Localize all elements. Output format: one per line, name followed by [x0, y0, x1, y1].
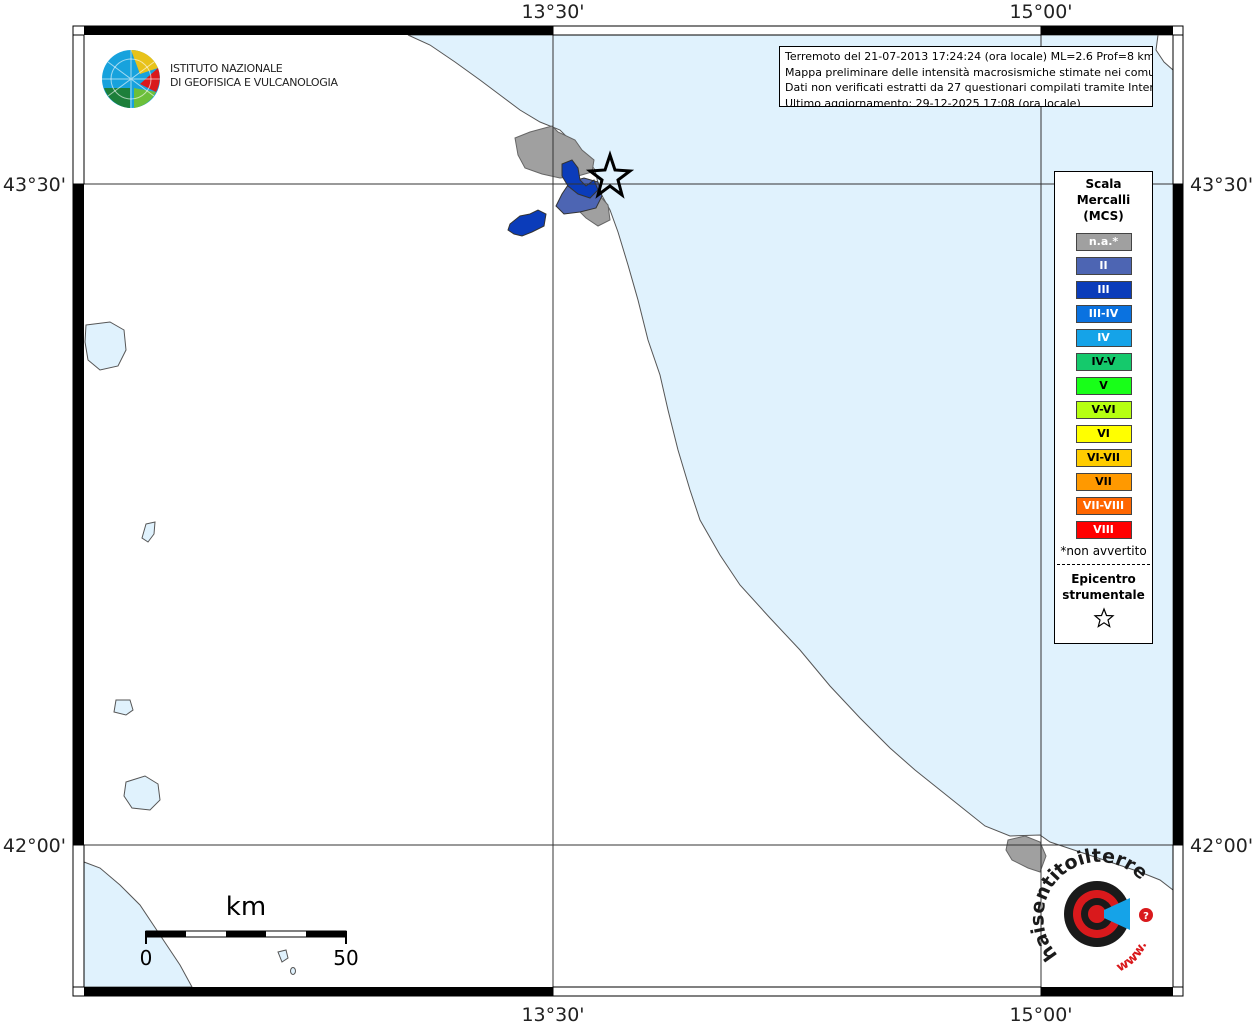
legend-divider: [1057, 564, 1150, 565]
lake-small-4: [290, 967, 296, 975]
svg-text:?: ?: [1143, 911, 1149, 922]
legend-note: *non avvertito: [1060, 544, 1147, 558]
scale-start: 0: [140, 946, 153, 970]
info-line-1: Terremoto del 21-07-2013 17:24:24 (ora l…: [785, 50, 1153, 63]
legend-swatch: II: [1075, 257, 1132, 275]
legend-swatch: VII: [1075, 473, 1132, 491]
legend-swatch: VI-VII: [1075, 449, 1132, 467]
legend-swatch: V-VI: [1075, 401, 1132, 419]
lon-tick-top-1: 13°30': [521, 1, 584, 23]
lat-tick-left-1: 43°30': [3, 174, 66, 196]
lat-tick-right-2: 42°00': [1190, 835, 1253, 857]
lat-tick-left-2: 42°00': [3, 835, 66, 857]
globe-icon: [102, 49, 160, 108]
legend-swatch: VIII: [1075, 521, 1132, 539]
legend-title-2: Mercalli: [1076, 193, 1131, 207]
legend-swatches: n.a.* II III III-IV IV IV-V V V-VI VI VI-VII VII VI…: [1055, 233, 1152, 539]
legend-swatch: III: [1075, 281, 1132, 299]
legend-swatch: VII-VIII: [1075, 497, 1132, 515]
legend-swatch: V: [1075, 377, 1132, 395]
info-line-2: Mappa preliminare delle intensità macros…: [785, 65, 1153, 79]
legend-swatch: n.a.*: [1075, 233, 1132, 251]
legend-swatch: VI: [1075, 425, 1132, 443]
logo-line-2: DI GEOFISICA E VULCANOLOGIA: [170, 76, 338, 89]
legend-star-icon: [1092, 607, 1115, 628]
lon-tick-bottom-2: 15°00': [1009, 1004, 1072, 1024]
lake-trasimeno: [84, 321, 127, 371]
legend-title-1: Scala: [1085, 177, 1122, 191]
info-line-4: Ultimo aggiornamento: 29-12-2025 17:08 (…: [785, 96, 1081, 107]
lon-tick-top-2: 15°00': [1009, 1, 1072, 23]
legend-swatch: IV: [1075, 329, 1132, 347]
legend-swatch: IV-V: [1075, 353, 1132, 371]
lon-tick-bottom-1: 13°30': [521, 1004, 584, 1024]
legend-epi-title-2: strumentale: [1062, 588, 1145, 602]
event-info-box: Terremoto del 21-07-2013 17:24:24 (ora l…: [779, 46, 1153, 107]
legend-epi-title-1: Epicentro: [1071, 572, 1136, 586]
mcs-legend: Scala Mercalli (MCS) n.a.* II III III-IV IV I…: [1054, 171, 1153, 644]
logo-line-1: ISTITUTO NAZIONALE: [170, 62, 283, 75]
ingv-logo: ISTITUTO NAZIONALE DI GEOFISICA E VULCAN…: [100, 48, 360, 110]
legend-title-3: (MCS): [1083, 209, 1124, 223]
scale-end: 50: [333, 946, 358, 970]
info-line-3: Dati non verificati estratti da 27 quest…: [785, 81, 1153, 94]
legend-swatch: III-IV: [1075, 305, 1132, 323]
scale-unit: km: [226, 892, 266, 922]
map-area: [83, 34, 1174, 988]
lat-tick-right-1: 43°30': [1190, 174, 1253, 196]
